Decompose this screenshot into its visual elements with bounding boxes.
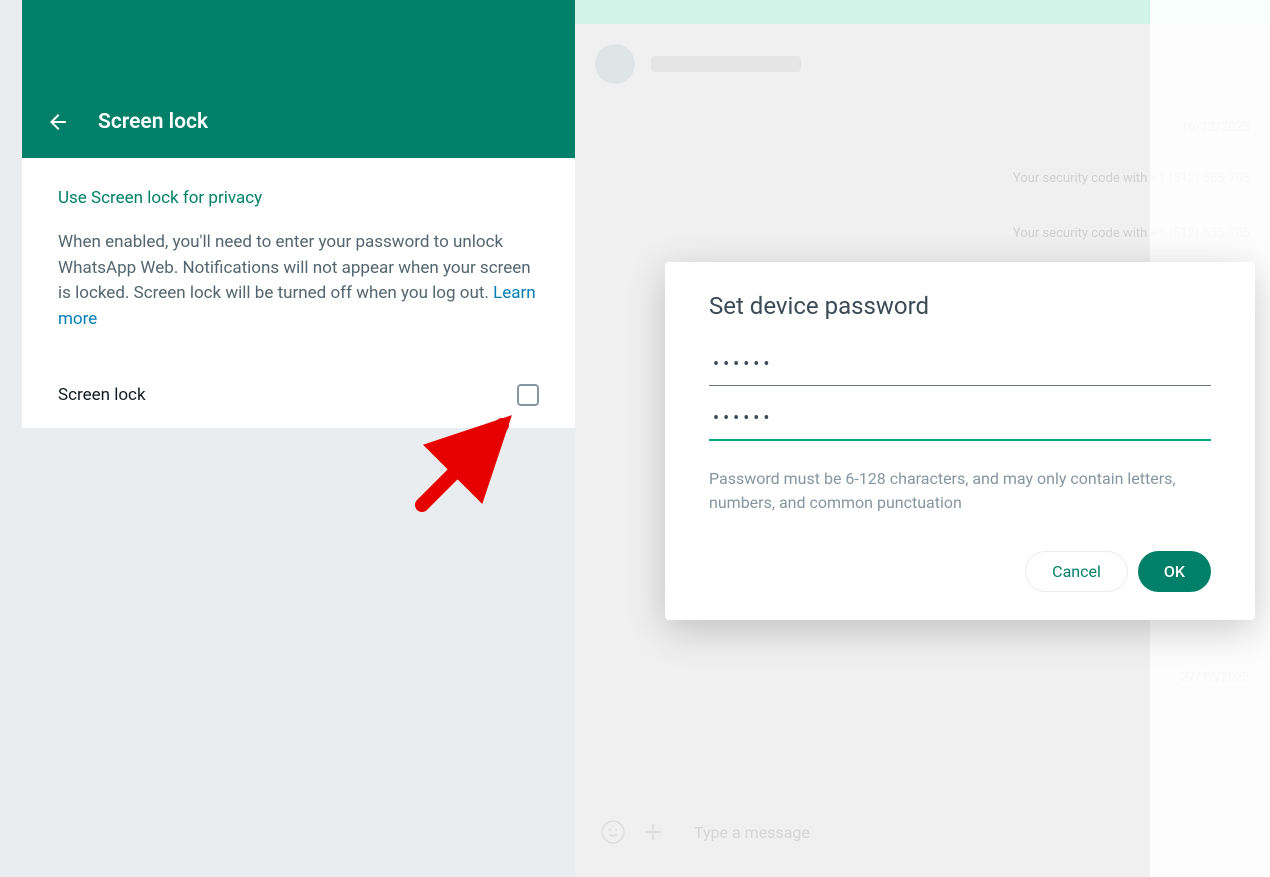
cancel-button[interactable]: Cancel — [1025, 551, 1128, 592]
settings-panel: Screen lock Use Screen lock for privacy … — [0, 0, 575, 877]
password-input[interactable] — [709, 344, 1211, 386]
section-heading: Use Screen lock for privacy — [58, 188, 539, 208]
ok-button[interactable]: OK — [1138, 551, 1211, 592]
modal-title: Set device password — [709, 292, 1211, 320]
confirm-password-input[interactable] — [709, 398, 1211, 441]
modal-actions: Cancel OK — [709, 551, 1211, 592]
settings-content: Use Screen lock for privacy When enabled… — [22, 158, 575, 362]
left-margin-strip — [0, 0, 22, 877]
attach-icon[interactable] — [640, 819, 666, 845]
emoji-icon[interactable] — [600, 819, 626, 845]
screen-lock-toggle-row: Screen lock — [22, 362, 575, 428]
password-requirements: Password must be 6-128 characters, and m… — [709, 467, 1211, 515]
back-arrow-icon[interactable] — [46, 110, 70, 134]
set-password-modal: Set device password Password must be 6-1… — [665, 262, 1255, 620]
contact-name — [651, 56, 801, 72]
panel-header: Screen lock — [0, 0, 575, 158]
section-description: When enabled, you'll need to enter your … — [58, 230, 539, 332]
toggle-label: Screen lock — [58, 385, 146, 405]
contact-avatar — [595, 44, 635, 84]
screen-lock-checkbox[interactable] — [517, 384, 539, 406]
page-title: Screen lock — [98, 110, 208, 134]
description-text: When enabled, you'll need to enter your … — [58, 232, 531, 303]
